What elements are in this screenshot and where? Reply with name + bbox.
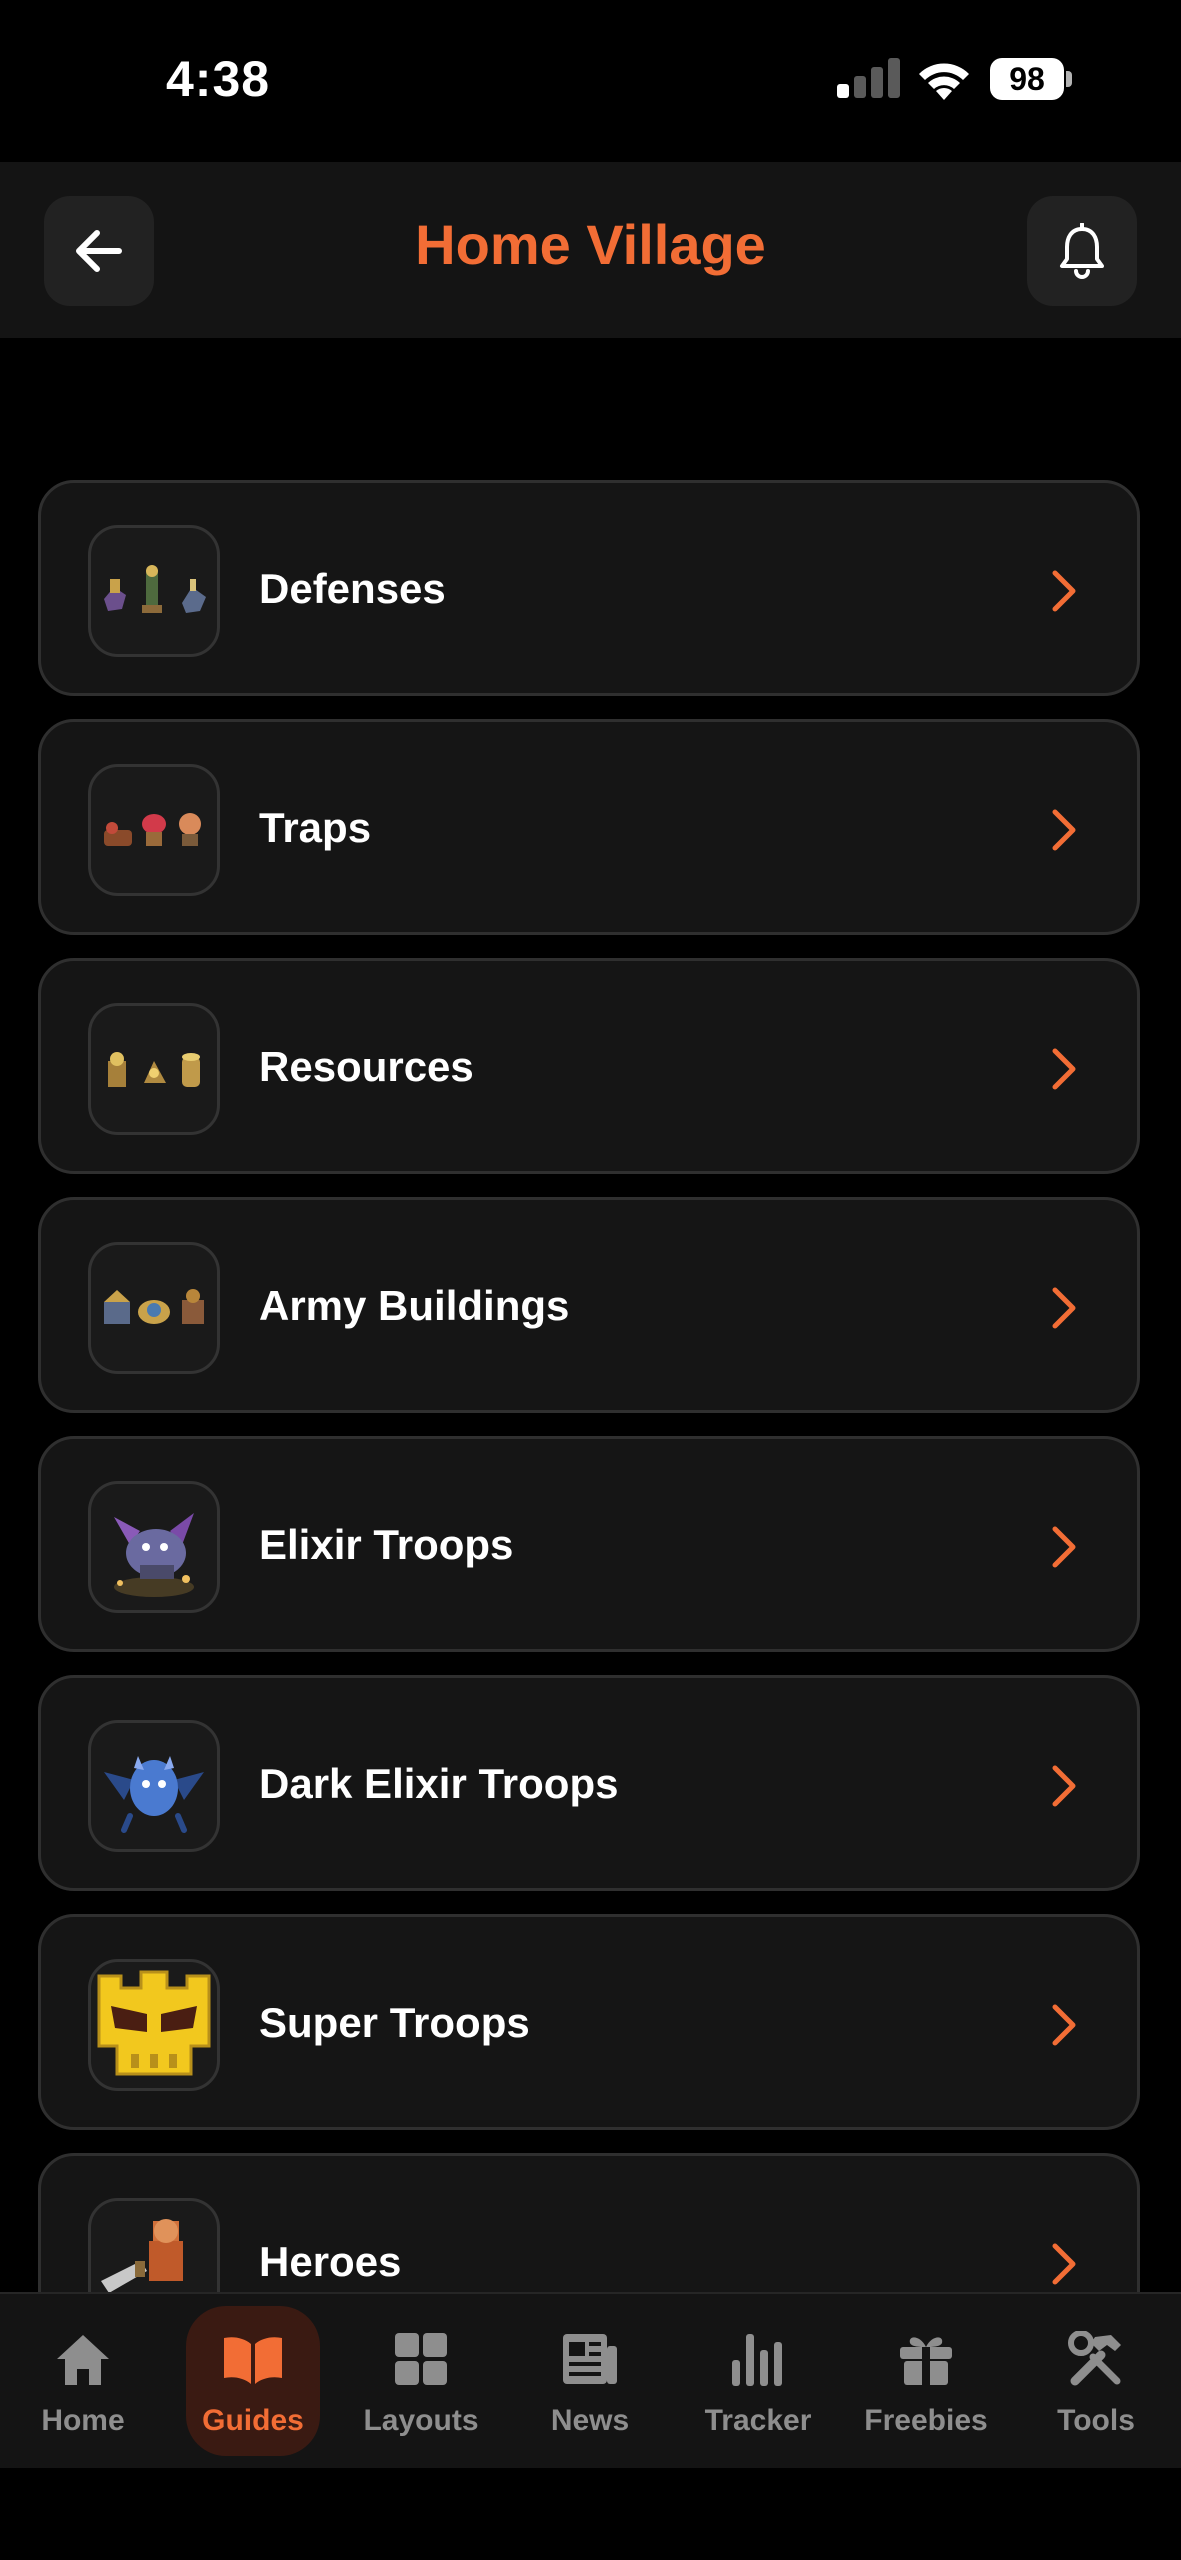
list-item-label: Elixir Troops (259, 1521, 514, 1568)
list-item-label: Army Buildings (259, 1282, 570, 1329)
nav-label: Freebies (864, 2404, 988, 2437)
nav-item-tools[interactable]: Tools (1021, 2306, 1171, 2456)
list-item-elixir-troops[interactable]: Elixir Troops (38, 1436, 1140, 1652)
list-item-label: Heroes (259, 2238, 402, 2285)
battery-level: 98 (990, 58, 1064, 100)
list-item-super-troops[interactable]: Super Troops (38, 1914, 1140, 2130)
tools-icon (1068, 2331, 1121, 2386)
bottom-nav: Home Guides Layouts News Tracker Freebie… (0, 2292, 1181, 2468)
list-item-resources[interactable]: Resources (38, 958, 1140, 1174)
chevron-right-icon (1052, 1526, 1076, 1568)
chevron-right-icon (1052, 1048, 1076, 1090)
army-buildings-icon (88, 1242, 220, 1374)
nav-item-freebies[interactable]: Freebies (851, 2306, 1001, 2456)
chevron-right-icon (1052, 2243, 1076, 2285)
cellular-signal-icon (837, 58, 900, 98)
wifi-icon (919, 63, 969, 100)
chevron-right-icon (1052, 809, 1076, 851)
dark-elixir-troop-icon (88, 1720, 220, 1852)
list-item-label: Defenses (259, 565, 446, 612)
nav-label: Home (41, 2404, 125, 2437)
list-item-label: Traps (259, 804, 372, 851)
newspaper-icon (563, 2334, 617, 2384)
gift-icon (900, 2337, 952, 2385)
chevron-right-icon (1052, 2004, 1076, 2046)
chevron-right-icon (1052, 1287, 1076, 1329)
super-troop-skull-icon (88, 1959, 220, 2091)
category-list: Defenses Traps Resources Army Buildings … (38, 480, 1142, 2392)
nav-label: Layouts (363, 2404, 479, 2437)
page-title: Home Village (415, 213, 766, 276)
chevron-right-icon (1052, 570, 1076, 612)
list-item-dark-elixir-troops[interactable]: Dark Elixir Troops (38, 1675, 1140, 1891)
book-icon (224, 2337, 282, 2384)
grid-icon (395, 2333, 447, 2385)
list-item-defenses[interactable]: Defenses (38, 480, 1140, 696)
nav-label: Guides (202, 2404, 304, 2437)
nav-item-layouts[interactable]: Layouts (346, 2306, 496, 2456)
list-item-label: Dark Elixir Troops (259, 1760, 619, 1807)
nav-item-guides[interactable]: Guides (186, 2306, 320, 2456)
list-item-label: Resources (259, 1043, 474, 1090)
header: Home Village (0, 162, 1181, 338)
list-item-army-buildings[interactable]: Army Buildings (38, 1197, 1140, 1413)
list-item-label: Super Troops (259, 1999, 530, 2046)
nav-label: News (550, 2404, 630, 2437)
home-icon (57, 2335, 109, 2385)
notifications-button[interactable] (1027, 196, 1137, 306)
nav-label: Tools (1057, 2404, 1135, 2437)
nav-label: Tracker (704, 2404, 812, 2437)
status-time: 4:38 (166, 51, 271, 107)
nav-item-news[interactable]: News (515, 2306, 665, 2456)
chevron-right-icon (1052, 1765, 1076, 1807)
bar-chart-icon (732, 2334, 782, 2386)
nav-item-home[interactable]: Home (8, 2306, 158, 2456)
nav-item-tracker[interactable]: Tracker (683, 2306, 833, 2456)
resource-buildings-icon (88, 1003, 220, 1135)
battery-icon: 98 (990, 58, 1072, 100)
list-item-traps[interactable]: Traps (38, 719, 1140, 935)
elixir-troop-icon (88, 1481, 220, 1613)
bell-icon (1060, 223, 1104, 279)
defenses-buildings-icon (88, 525, 220, 657)
traps-icon (88, 764, 220, 896)
status-bar: 4:38 98 (0, 0, 1181, 160)
